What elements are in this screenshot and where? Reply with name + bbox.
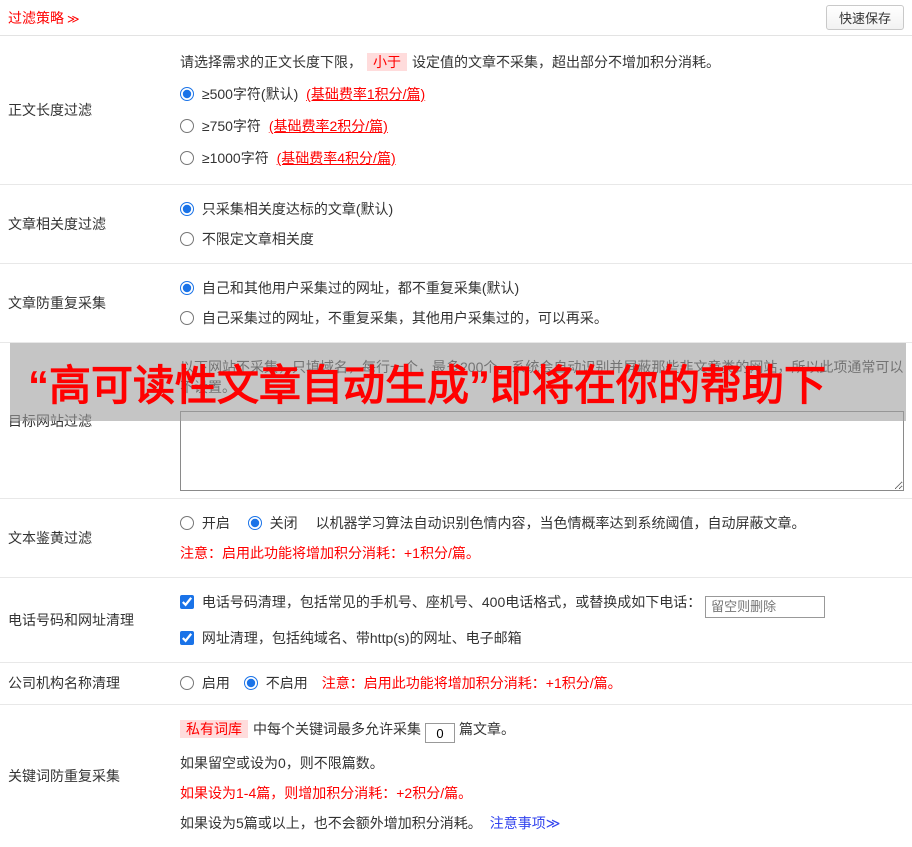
company-on-label: 启用 (202, 675, 230, 691)
row-label-dedup: 文章防重复采集 (0, 264, 172, 342)
relevance-option-strict: 只采集相关度达标的文章(默认) (180, 199, 904, 219)
dedup-self-option[interactable]: 自己采集过的网址，不重复采集，其他用户采集过的，可以再采。 (180, 310, 608, 326)
keyword-note-zero: 如果留空或设为0，则不限篇数。 (180, 753, 904, 773)
dedup-content: 自己和其他用户采集过的网址，都不重复采集(默认) 自己采集过的网址，不重复采集，… (172, 264, 912, 342)
company-off-option[interactable]: 不启用 (244, 673, 308, 693)
porn-toggle-line: 开启 关闭 以机器学习算法自动识别色情内容，当色情概率达到系统阈值，自动屏蔽文章… (180, 513, 904, 533)
length-intro-post: 设定值的文章不采集，超出部分不增加积分消耗。 (412, 54, 720, 70)
promo-overlay: “高可读性文章自动生成”即将在你的帮助下 (10, 343, 906, 421)
length-750-label: ≥750字符 (202, 118, 261, 134)
phone-clean-option[interactable]: 电话号码清理，包括常见的手机号、座机号、400电话格式，或替换成如下电话： (180, 594, 705, 610)
keyword-limit-input[interactable] (425, 723, 455, 743)
row-phone-url-cleanup: 电话号码和网址清理 电话号码清理，包括常见的手机号、座机号、400电话格式，或替… (0, 578, 912, 663)
porn-off-option[interactable]: 关闭 (248, 515, 302, 531)
dedup-option-self: 自己采集过的网址，不重复采集，其他用户采集过的，可以再采。 (180, 308, 904, 328)
length-content: 请选择需求的正文长度下限， 小于设定值的文章不采集，超出部分不增加积分消耗。 ≥5… (172, 36, 912, 184)
url-clean-label: 网址清理，包括纯域名、带http(s)的网址、电子邮箱 (202, 630, 522, 646)
replacement-phone-input[interactable] (705, 596, 825, 618)
keyword-note-5plus: 如果设为5篇或以上，也不会额外增加积分消耗。 (180, 815, 482, 831)
less-than-badge: 小于 (367, 53, 407, 71)
porn-desc: 以机器学习算法自动识别色情内容，当色情概率达到系统阈值，自动屏蔽文章。 (316, 515, 806, 531)
company-on-option[interactable]: 启用 (180, 673, 230, 693)
keyword-content: 私有词库中每个关键词最多允许采集 篇文章。 如果留空或设为0，则不限篇数。 如果设… (172, 705, 912, 847)
url-clean-option[interactable]: 网址清理，包括纯域名、带http(s)的网址、电子邮箱 (180, 630, 522, 646)
length-1000-fee-link[interactable]: (基础费率4积分/篇) (277, 150, 396, 166)
company-note: 注意：启用此功能将增加积分消耗：+1积分/篇。 (322, 673, 622, 693)
topbar: 过滤策略≫ 快速保存 (0, 0, 912, 36)
notice-link[interactable]: 注意事项≫ (490, 815, 561, 831)
porn-note: 注意：启用此功能将增加积分消耗：+1积分/篇。 (180, 543, 904, 563)
length-750-radio[interactable] (180, 119, 194, 133)
relevance-any-radio[interactable] (180, 232, 194, 246)
chevron-double-icon: ≫ (67, 12, 80, 26)
company-off-radio[interactable] (244, 676, 258, 690)
length-500-fee-link[interactable]: (基础费率1积分/篇) (306, 86, 425, 102)
phone-url-content: 电话号码清理，包括常见的手机号、座机号、400电话格式，或替换成如下电话： 网址… (172, 578, 912, 662)
url-clean-line: 网址清理，包括纯域名、带http(s)的网址、电子邮箱 (180, 628, 904, 648)
phone-clean-label: 电话号码清理，包括常见的手机号、座机号、400电话格式，或替换成如下电话： (202, 594, 701, 610)
length-500-label: ≥500字符(默认) (202, 86, 298, 102)
row-label-company: 公司机构名称清理 (0, 663, 172, 704)
company-on-radio[interactable] (180, 676, 194, 690)
row-label-relevance: 文章相关度过滤 (0, 185, 172, 263)
row-label-length: 正文长度过滤 (0, 36, 172, 184)
page-title-text: 过滤策略 (8, 10, 64, 26)
length-500-option[interactable]: ≥500字符(默认) (180, 86, 302, 102)
length-intro: 请选择需求的正文长度下限， 小于设定值的文章不采集，超出部分不增加积分消耗。 (180, 52, 904, 72)
length-option-750: ≥750字符 (基础费率2积分/篇) (180, 116, 904, 136)
keyword-note-1-4: 如果设为1-4篇，则增加积分消耗：+2积分/篇。 (180, 783, 904, 803)
row-relevance-filter: 文章相关度过滤 只采集相关度达标的文章(默认) 不限定文章相关度 (0, 185, 912, 264)
row-keyword-dedup: 关键词防重复采集 私有词库中每个关键词最多允许采集 篇文章。 如果留空或设为0，则… (0, 705, 912, 847)
length-option-500: ≥500字符(默认) (基础费率1积分/篇) (180, 84, 904, 104)
porn-on-label: 开启 (202, 515, 230, 531)
dedup-self-radio[interactable] (180, 311, 194, 325)
row-label-keyword: 关键词防重复采集 (0, 705, 172, 847)
company-content: 启用 不启用 注意：启用此功能将增加积分消耗：+1积分/篇。 (172, 663, 912, 704)
dedup-all-option[interactable]: 自己和其他用户采集过的网址，都不重复采集(默认) (180, 280, 519, 296)
dedup-all-radio[interactable] (180, 281, 194, 295)
url-clean-checkbox[interactable] (180, 631, 194, 645)
dedup-self-label: 自己采集过的网址，不重复采集，其他用户采集过的，可以再采。 (202, 310, 608, 326)
length-1000-radio[interactable] (180, 151, 194, 165)
dedup-option-all: 自己和其他用户采集过的网址，都不重复采集(默认) (180, 278, 904, 298)
relevance-option-any: 不限定文章相关度 (180, 229, 904, 249)
porn-on-radio[interactable] (180, 516, 194, 530)
relevance-any-option[interactable]: 不限定文章相关度 (180, 231, 314, 247)
length-500-radio[interactable] (180, 87, 194, 101)
relevance-strict-label: 只采集相关度达标的文章(默认) (202, 201, 393, 217)
keyword-note-5plus-line: 如果设为5篇或以上，也不会额外增加积分消耗。注意事项≫ (180, 813, 904, 833)
phone-clean-line: 电话号码清理，包括常见的手机号、座机号、400电话格式，或替换成如下电话： (180, 592, 904, 618)
relevance-strict-option[interactable]: 只采集相关度达标的文章(默认) (180, 201, 393, 217)
porn-on-option[interactable]: 开启 (180, 515, 234, 531)
row-label-porn: 文本鉴黄过滤 (0, 499, 172, 577)
page-title[interactable]: 过滤策略≫ (8, 8, 80, 28)
length-1000-option[interactable]: ≥1000字符 (180, 150, 273, 166)
relevance-content: 只采集相关度达标的文章(默认) 不限定文章相关度 (172, 185, 912, 263)
length-750-fee-link[interactable]: (基础费率2积分/篇) (269, 118, 388, 134)
length-750-option[interactable]: ≥750字符 (180, 118, 265, 134)
keyword-limit-mid: 中每个关键词最多允许采集 (253, 721, 421, 737)
quick-save-button[interactable]: 快速保存 (826, 5, 904, 30)
keyword-limit-line: 私有词库中每个关键词最多允许采集 篇文章。 (180, 719, 904, 744)
row-label-phone-url: 电话号码和网址清理 (0, 578, 172, 662)
length-1000-label: ≥1000字符 (202, 150, 269, 166)
length-option-1000: ≥1000字符 (基础费率4积分/篇) (180, 148, 904, 168)
row-porn-filter: 文本鉴黄过滤 开启 关闭 以机器学习算法自动识别色情内容，当色情概率达到系统阈值… (0, 499, 912, 578)
dedup-all-label: 自己和其他用户采集过的网址，都不重复采集(默认) (202, 280, 519, 296)
promo-overlay-text: “高可读性文章自动生成”即将在你的帮助下 (10, 352, 826, 413)
relevance-strict-radio[interactable] (180, 202, 194, 216)
row-company-cleanup: 公司机构名称清理 启用 不启用 注意：启用此功能将增加积分消耗：+1积分/篇。 (0, 663, 912, 705)
company-off-label: 不启用 (266, 675, 308, 691)
row-length-filter: 正文长度过滤 请选择需求的正文长度下限， 小于设定值的文章不采集，超出部分不增加积… (0, 36, 912, 185)
keyword-limit-end: 篇文章。 (459, 721, 515, 737)
private-lexicon-badge[interactable]: 私有词库 (180, 720, 248, 738)
blocked-sites-textarea[interactable] (180, 411, 904, 491)
porn-off-label: 关闭 (270, 515, 298, 531)
porn-off-radio[interactable] (248, 516, 262, 530)
length-intro-pre: 请选择需求的正文长度下限， (180, 54, 362, 70)
phone-clean-checkbox[interactable] (180, 595, 194, 609)
row-dedup-filter: 文章防重复采集 自己和其他用户采集过的网址，都不重复采集(默认) 自己采集过的网… (0, 264, 912, 343)
porn-content: 开启 关闭 以机器学习算法自动识别色情内容，当色情概率达到系统阈值，自动屏蔽文章… (172, 499, 912, 577)
relevance-any-label: 不限定文章相关度 (202, 231, 314, 247)
